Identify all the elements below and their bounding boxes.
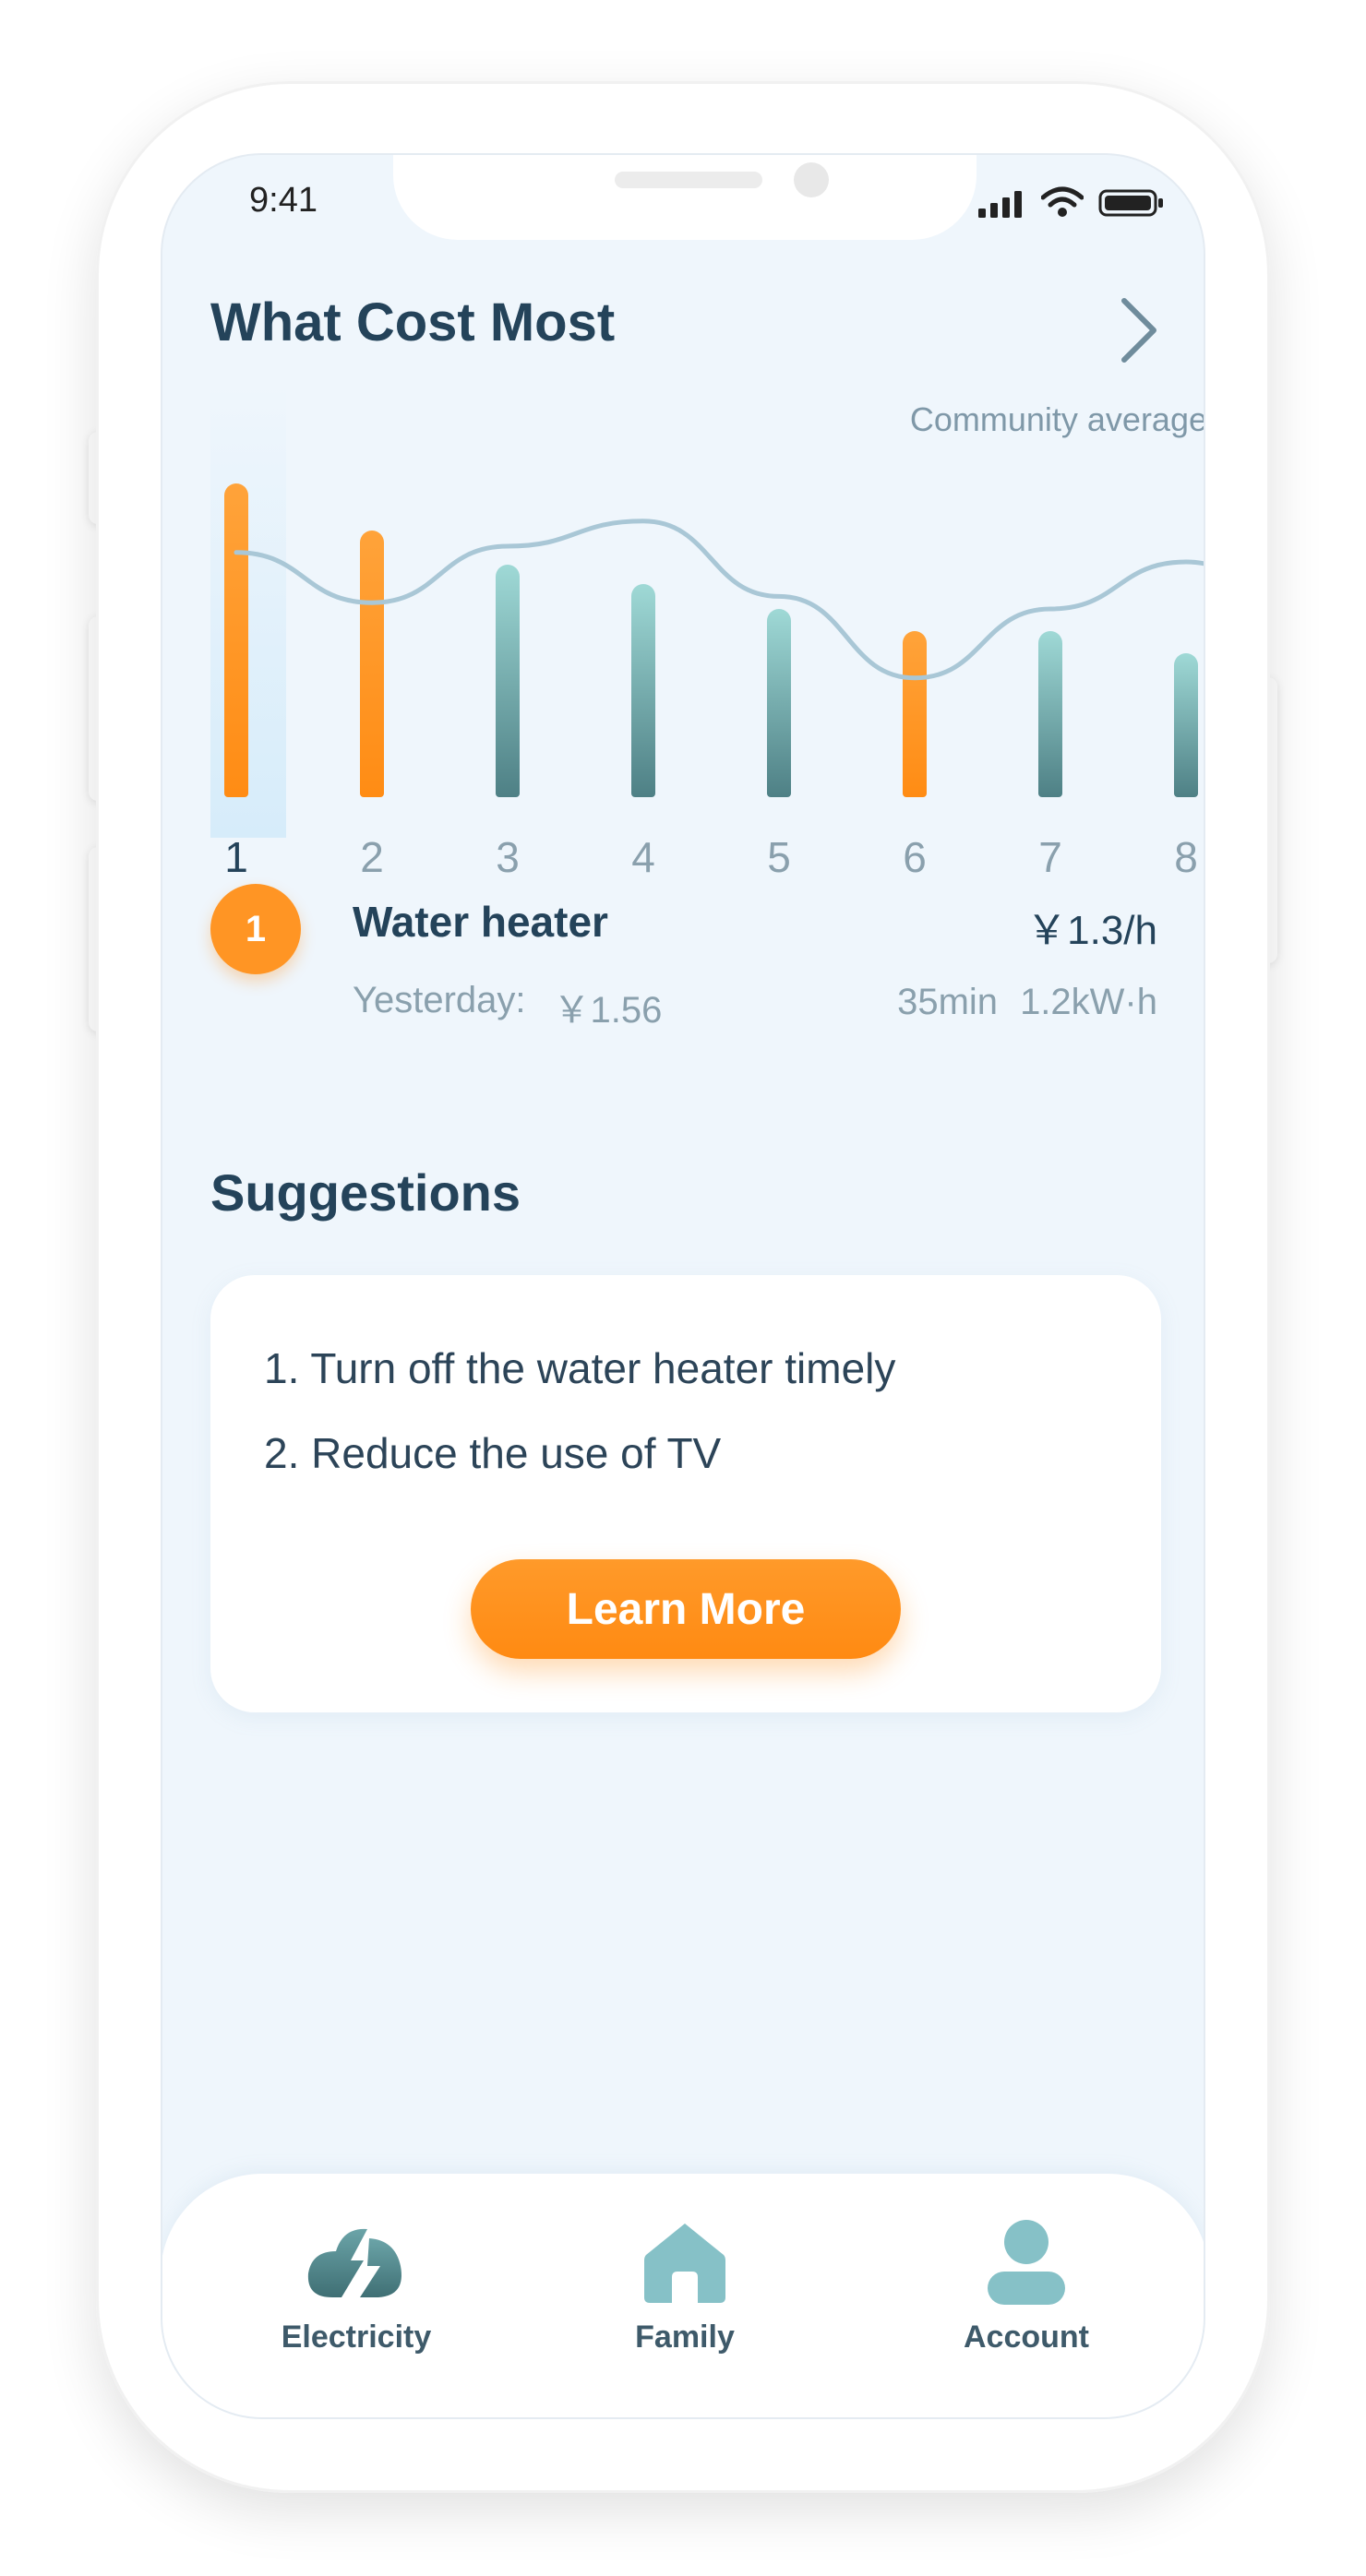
page-title: What Cost Most [210, 292, 616, 352]
suggestions-card: 1. Turn off the water heater timely 2. R… [210, 1275, 1161, 1712]
chart-x-label: 2 [360, 833, 384, 881]
chart-x-label: 5 [767, 833, 791, 881]
tab-label: Electricity [281, 2320, 432, 2355]
tab-label: Account [964, 2320, 1089, 2355]
electricity-icon [307, 2228, 401, 2297]
chart-x-label: 8 [1174, 833, 1198, 881]
tab-electricity[interactable]: Electricity [246, 2218, 467, 2355]
chart-x-label: 4 [631, 833, 655, 881]
community-average-line [234, 519, 1204, 681]
chart-x-label: 3 [496, 833, 520, 881]
item-usage: 35min 1.2kW·h [897, 982, 1157, 1023]
learn-more-button[interactable]: Learn More [471, 1559, 901, 1659]
usage-energy: 1.2kW·h [1020, 982, 1157, 1022]
tab-label: Family [635, 2320, 735, 2355]
user-icon [988, 2220, 1065, 2305]
notch [393, 155, 977, 240]
tab-account[interactable]: Account [916, 2218, 1137, 2355]
usage-duration: 35min [897, 982, 999, 1022]
app-screen: 9:41 What Cost Most Community average 12… [161, 153, 1205, 2419]
chart-x-label: 6 [903, 833, 927, 881]
status-icons [978, 186, 1165, 218]
suggestion-item: 1. Turn off the water heater timely [264, 1344, 896, 1392]
item-name: Water heater [353, 898, 608, 946]
item-rate: ￥1.3/h [1026, 908, 1157, 953]
item-yesterday: Yesterday: ￥1.56 [353, 980, 662, 1033]
signal-icon [978, 191, 1022, 218]
suggestions-title: Suggestions [210, 1163, 521, 1222]
front-camera [794, 162, 829, 197]
wifi-icon [1041, 186, 1084, 217]
home-icon [644, 2224, 725, 2303]
bottom-tab-bar: Electricity Family Account [162, 2174, 1204, 2417]
yesterday-label: Yesterday: [353, 980, 526, 1020]
community-average-path [234, 519, 1204, 681]
chart-x-label: 1 [224, 833, 248, 881]
rank-badge: 1 [210, 884, 301, 974]
battery-icon [1098, 189, 1163, 217]
yesterday-value: ￥1.56 [553, 990, 663, 1031]
chart-x-label: 7 [1038, 833, 1062, 881]
speaker-grille [615, 172, 762, 188]
tab-family[interactable]: Family [574, 2218, 796, 2355]
chevron-right-icon[interactable] [1111, 293, 1167, 367]
suggestion-item: 2. Reduce the use of TV [264, 1429, 722, 1477]
status-time: 9:41 [249, 181, 318, 220]
